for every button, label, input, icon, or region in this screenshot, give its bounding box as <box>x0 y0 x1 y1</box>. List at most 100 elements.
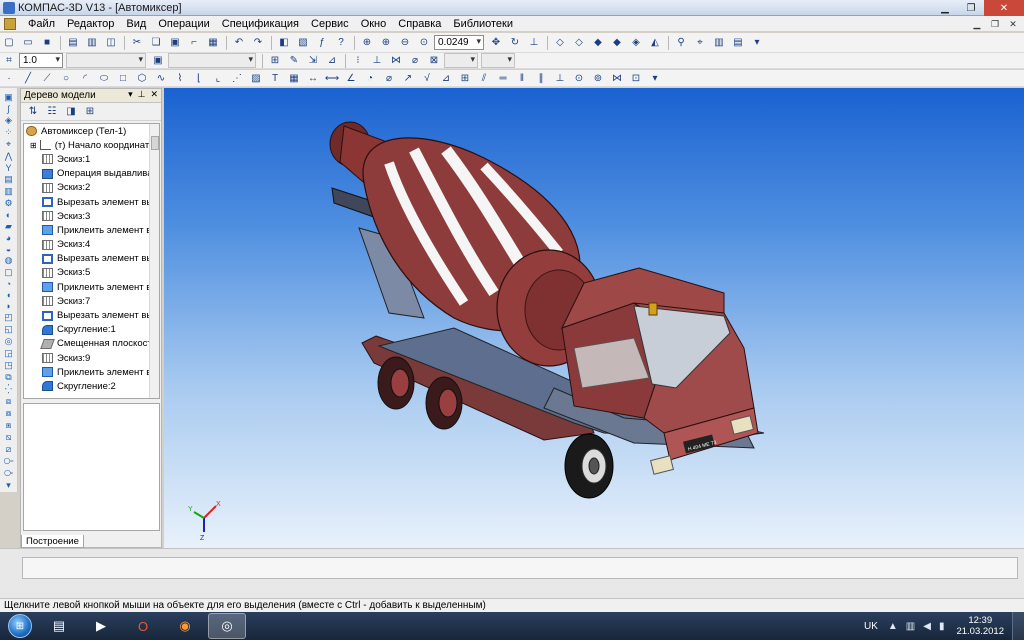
variables-icon[interactable]: ▧ <box>294 35 312 51</box>
rectangle-icon[interactable]: □ <box>114 70 132 86</box>
format-brush-icon[interactable]: ⌐ <box>185 35 203 51</box>
table-icon[interactable]: ▦ <box>204 35 222 51</box>
section-tool-icon[interactable]: ◳ <box>2 360 16 371</box>
cut-extrude-tool-icon[interactable]: ▢ <box>2 267 16 278</box>
close-icon[interactable]: ✕ <box>984 0 1024 16</box>
tree-item[interactable]: Эскиз:4 <box>24 238 159 252</box>
tree-item[interactable]: Эскиз:5 <box>24 266 159 280</box>
properties-icon[interactable]: ◫ <box>102 35 120 51</box>
tree-item[interactable]: Скругление:1 <box>24 323 159 337</box>
document-icon[interactable] <box>4 17 16 30</box>
coord-y-field[interactable] <box>481 53 515 68</box>
tree-item[interactable]: Смещенная плоскост <box>24 337 159 351</box>
polyline-icon[interactable]: ⌇ <box>171 70 189 86</box>
pan-icon[interactable]: ✥ <box>487 35 505 51</box>
opera-taskbar-icon[interactable]: O <box>124 613 162 639</box>
normal-view-icon[interactable]: ⇲ <box>304 53 322 69</box>
chamfer-tool-icon[interactable]: ◗ <box>2 301 16 311</box>
zoom-out-icon[interactable]: ⊖ <box>396 35 414 51</box>
menu-operations[interactable]: Операции <box>152 18 215 30</box>
cut-rotate-tool-icon[interactable]: ◔ <box>2 279 16 289</box>
bend-tool-icon[interactable]: ⧂ <box>2 468 16 479</box>
firefox-taskbar-icon[interactable]: ◉ <box>166 613 204 639</box>
line-icon[interactable]: ╱ <box>19 70 37 86</box>
round-icon[interactable]: ⌀ <box>406 53 424 69</box>
tree-item[interactable]: ⊞ (т) Начало координат <box>24 138 159 152</box>
coord-x-field[interactable] <box>444 53 478 68</box>
tree-item[interactable]: Приклеить элемент в <box>24 365 159 379</box>
open-folder-icon[interactable]: ▭ <box>19 35 37 51</box>
tree-item[interactable]: Скругление:2 <box>24 379 159 393</box>
arrays-icon[interactable]: ⁘ <box>2 127 16 138</box>
volume-icon[interactable]: ◀ <box>923 621 931 632</box>
zoom-scale-combo[interactable]: 0.0249 <box>434 35 484 50</box>
tree-item[interactable]: Эскиз:1 <box>24 152 159 166</box>
leader-icon[interactable]: ↗ <box>399 70 417 86</box>
radius-dim-icon[interactable]: ◔ <box>361 70 379 86</box>
explorer-taskbar-icon[interactable]: ▤ <box>40 613 78 639</box>
grid-step-icon[interactable]: ⌗ <box>0 53 18 69</box>
menu-help[interactable]: Справка <box>392 18 447 30</box>
menu-libraries[interactable]: Библиотеки <box>447 18 519 30</box>
angle-dim-icon[interactable]: ∠ <box>342 70 360 86</box>
print-preview-icon[interactable]: ▥ <box>83 35 101 51</box>
tree-item[interactable]: Приклеить элемент в <box>24 280 159 294</box>
spec-icon[interactable]: ▤ <box>2 174 16 185</box>
hole-tool-icon[interactable]: ◎ <box>2 336 16 347</box>
parallel-icon[interactable]: ∥ <box>532 70 550 86</box>
symmetric-icon[interactable]: ⋈ <box>608 70 626 86</box>
cut-icon[interactable]: ✂ <box>128 35 146 51</box>
parametric-icon[interactable]: ⊠ <box>425 53 443 69</box>
tangent-icon[interactable]: ⊙ <box>570 70 588 86</box>
print-icon[interactable]: ▤ <box>64 35 82 51</box>
dimension-icon[interactable]: ↔ <box>304 70 322 86</box>
local-cs-icon[interactable]: ⊿ <box>323 53 341 69</box>
text-icon[interactable]: T <box>266 70 284 86</box>
chamfer-icon[interactable]: ⌊ <box>190 70 208 86</box>
rib-tool-icon[interactable]: ◱ <box>2 324 16 335</box>
select-icon[interactable]: ▣ <box>2 92 16 103</box>
language-indicator[interactable]: UK <box>864 621 878 632</box>
mirror-tool-icon[interactable]: ⧉ <box>2 372 16 383</box>
start-button[interactable]: ⊞ <box>0 612 40 640</box>
undo-icon[interactable]: ↶ <box>230 35 248 51</box>
sheet-icon[interactable]: ◐ <box>2 210 16 220</box>
zoom-scale-icon[interactable]: ⊙ <box>415 35 433 51</box>
offset-icon[interactable]: ⋰ <box>228 70 246 86</box>
snap-icon[interactable]: ⌖ <box>691 35 709 51</box>
orto-icon[interactable]: ⊥ <box>368 53 386 69</box>
wireframe-icon[interactable]: ◇ <box>551 35 569 51</box>
rotate-icon[interactable]: ↻ <box>506 35 524 51</box>
panel-close-icon[interactable]: ✕ <box>150 89 158 100</box>
3d-viewport[interactable]: Н 404 МЕ 73 X Y Z <box>164 88 1024 548</box>
segment-icon[interactable]: ⟋ <box>38 70 56 86</box>
tree-item[interactable]: Эскиз:3 <box>24 209 159 223</box>
tree-item[interactable]: Вырезать элемент вы <box>24 252 159 266</box>
menu-window[interactable]: Окно <box>355 18 393 30</box>
elements-icon[interactable]: ⚙ <box>2 198 16 209</box>
curves-icon[interactable]: ∫ <box>2 104 16 114</box>
clock[interactable]: 12:39 21.03.2012 <box>956 615 1004 637</box>
manager-icon[interactable]: ◧ <box>275 35 293 51</box>
new-document-icon[interactable]: ▢ <box>0 35 18 51</box>
arc-icon[interactable]: ◜ <box>76 70 94 86</box>
maximize-icon[interactable]: ❐ <box>958 0 984 16</box>
copy-icon[interactable]: ❏ <box>147 35 165 51</box>
polygon-icon[interactable]: ⬡ <box>133 70 151 86</box>
constraint-icon[interactable]: ⫽ <box>475 70 493 86</box>
bool-tool-icon[interactable]: ⧆ <box>2 420 16 431</box>
menu-specification[interactable]: Спецификация <box>216 18 305 30</box>
property-bar-area[interactable] <box>22 557 1018 579</box>
library-icon[interactable]: ▤ <box>729 35 747 51</box>
base-icon[interactable]: ⊿ <box>437 70 455 86</box>
diameter-dim-icon[interactable]: ⌀ <box>380 70 398 86</box>
roughness-icon[interactable]: √ <box>418 70 436 86</box>
hatch-icon[interactable]: ▨ <box>247 70 265 86</box>
tree-item[interactable]: Операция выдавлива <box>24 167 159 181</box>
ellipse-icon[interactable]: ⬭ <box>95 70 113 86</box>
panel-pin-icon[interactable]: ⊥ <box>138 89 146 100</box>
fix-icon[interactable]: ⊡ <box>627 70 645 86</box>
flange-tool-icon[interactable]: ⧅ <box>2 432 16 443</box>
tray-arrow-icon[interactable]: ▲ <box>888 621 898 632</box>
media-player-taskbar-icon[interactable]: ▶ <box>82 613 120 639</box>
